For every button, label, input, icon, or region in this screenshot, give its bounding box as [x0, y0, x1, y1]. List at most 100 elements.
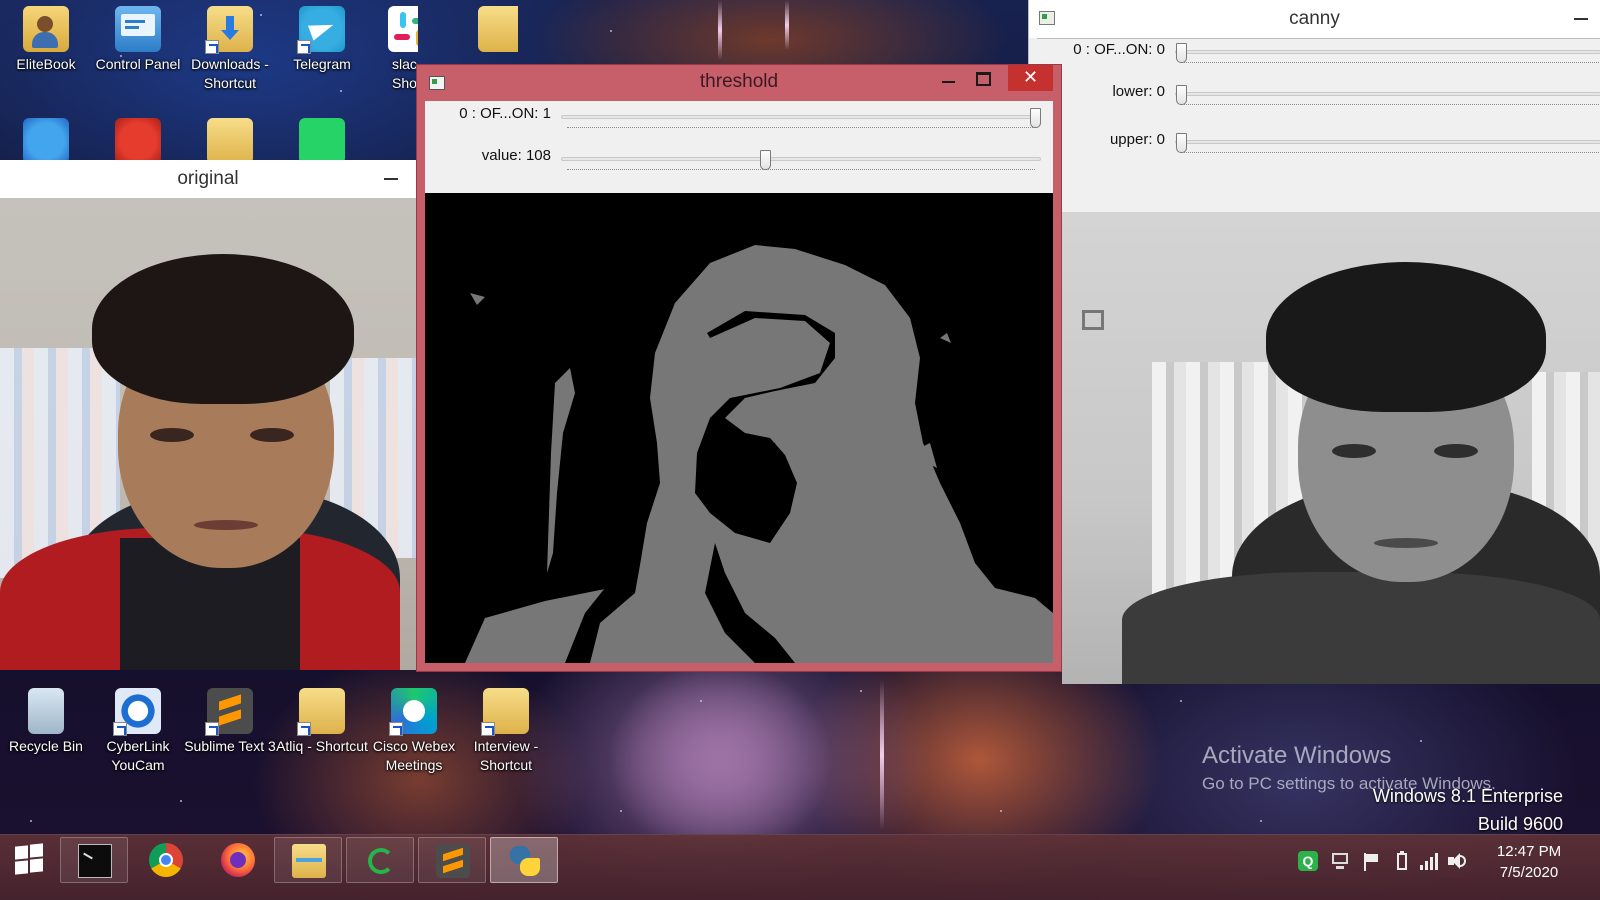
trackbar-groove[interactable] — [1175, 140, 1600, 144]
desktop-icon-whatsapp[interactable] — [276, 118, 368, 160]
gray-output-window[interactable] — [1028, 212, 1600, 692]
sublime-text-icon — [205, 688, 253, 736]
gray-camera-frame — [1062, 212, 1600, 684]
shortcut-arrow-icon — [297, 722, 311, 736]
downloads-folder-icon — [205, 6, 253, 54]
desktop-icon-folder[interactable] — [184, 118, 276, 160]
original-window[interactable]: original — [0, 160, 416, 670]
user-folder-icon — [23, 6, 69, 52]
original-titlebar[interactable]: original — [0, 160, 416, 198]
wallpaper-star — [610, 30, 612, 32]
command-prompt-icon — [78, 844, 112, 878]
battery-icon[interactable] — [1392, 851, 1412, 871]
desktop-icon-sublime-text[interactable]: Sublime Text 3 — [184, 688, 276, 756]
trackbar-label: 0 : OF...ON: 0 — [1073, 41, 1165, 58]
windows-edition: Windows 8.1 Enterprise — [1372, 786, 1563, 806]
wallpaper-star — [620, 810, 622, 812]
clock-time: 12:47 PM — [1496, 843, 1562, 860]
desktop-icon-label: Downloads - Shortcut — [191, 56, 269, 91]
desktop-icon-partial[interactable] — [478, 6, 518, 66]
wallpaper-star — [1260, 820, 1262, 822]
taskbar-command-prompt[interactable] — [60, 837, 128, 883]
wallpaper-light-streak — [880, 680, 884, 830]
trackbar-canny-lower[interactable]: lower: 0 — [1029, 82, 1600, 126]
original-camera-frame — [0, 198, 416, 670]
desktop-icon-telegram[interactable]: Telegram — [276, 6, 368, 74]
desktop-icon-youcam[interactable]: CyberLink YouCam — [92, 688, 184, 775]
folder-icon — [207, 118, 253, 160]
desktop-icon-elitebook[interactable]: EliteBook — [0, 6, 92, 74]
taskbar-chrome[interactable] — [132, 837, 200, 883]
desktop-icon-atliq[interactable]: Atliq - Shortcut — [276, 688, 368, 756]
trackbar-label: value: 108 — [481, 147, 551, 164]
taskbar-python[interactable] — [490, 837, 558, 883]
trackbar-thumb[interactable] — [1030, 108, 1041, 128]
desktop-icon-internet-explorer[interactable] — [0, 118, 92, 160]
refresh-app-icon — [368, 848, 394, 874]
desktop-icon-label: Telegram — [293, 56, 351, 72]
shortcut-arrow-icon — [205, 40, 219, 54]
trackbar-ticks — [1181, 150, 1600, 153]
trackbar-groove[interactable] — [561, 157, 1041, 161]
windows-logo-icon — [15, 845, 28, 860]
flag-icon[interactable] — [1360, 851, 1380, 871]
trackbar-groove[interactable] — [1175, 50, 1600, 54]
taskbar-file-explorer[interactable] — [274, 837, 342, 883]
slack-icon — [388, 6, 418, 52]
trackbar-canny-upper[interactable]: upper: 0 — [1029, 130, 1600, 174]
wallpaper-star — [180, 800, 182, 802]
shortcut-arrow-icon — [389, 722, 403, 736]
desktop-icon-control-panel[interactable]: Control Panel — [92, 6, 184, 74]
taskbar-sublime-text[interactable] — [418, 837, 486, 883]
taskbar-refresh-app[interactable] — [346, 837, 414, 883]
close-icon[interactable]: ✕ — [1008, 65, 1053, 91]
file-explorer-icon — [292, 844, 326, 878]
start-button[interactable] — [0, 835, 58, 885]
build-info: Windows 8.1 Enterprise Build 9600 — [1373, 782, 1563, 838]
threshold-window[interactable]: threshold ✕ 0 : OF...ON: 1 value: 108 — [416, 64, 1062, 672]
desktop-icon-ccleaner[interactable] — [92, 118, 184, 160]
desktop-icon-webex[interactable]: Cisco Webex Meetings — [368, 688, 460, 775]
canny-titlebar[interactable]: canny — [1029, 0, 1600, 38]
clock-date: 7/5/2020 — [1499, 864, 1559, 881]
taskbar-clock[interactable]: 12:47 PM 7/5/2020 — [1474, 841, 1584, 883]
trackbar-groove[interactable] — [1175, 92, 1600, 96]
shortcut-arrow-icon — [205, 722, 219, 736]
desktop-icon-slack[interactable]: slac Shor — [368, 6, 418, 93]
minimize-icon[interactable] — [384, 178, 398, 180]
folder-icon — [481, 688, 529, 736]
wallpaper-light-streak — [718, 0, 722, 60]
trackbar-canny-onoff[interactable]: 0 : OF...ON: 0 — [1029, 40, 1600, 84]
trackbar-thumb[interactable] — [1176, 43, 1187, 63]
taskbar-firefox[interactable] — [204, 837, 272, 883]
signal-icon[interactable] — [1418, 851, 1438, 871]
control-panel-icon — [115, 6, 161, 52]
canny-window[interactable]: canny 0 : OF...ON: 0 lower: 0 upper: 0 — [1028, 0, 1600, 212]
desktop-icon-label: slac Shor — [392, 56, 418, 91]
trackbar-ticks — [1181, 102, 1600, 105]
desktop-icon-interview[interactable]: Interview - Shortcut — [460, 688, 552, 775]
threshold-output-image — [425, 193, 1053, 663]
maximize-icon[interactable] — [965, 65, 999, 91]
trackbar-groove[interactable] — [561, 115, 1041, 119]
qt-icon[interactable]: Q — [1298, 851, 1318, 871]
desktop-icon-label: Interview - Shortcut — [473, 738, 539, 773]
volume-icon[interactable] — [1446, 851, 1466, 871]
trackbar-threshold-value[interactable]: value: 108 — [425, 145, 1053, 189]
threshold-titlebar[interactable]: threshold ✕ — [417, 65, 1061, 99]
trackbar-thumb[interactable] — [759, 150, 771, 170]
trackbar-ticks — [567, 125, 1035, 128]
wallpaper-star — [30, 820, 32, 822]
desktop-icon-recycle-bin[interactable]: Recycle Bin — [0, 688, 92, 756]
app-icon — [1039, 11, 1055, 25]
minimize-icon[interactable] — [1574, 18, 1588, 20]
trackbar-thumb[interactable] — [1176, 133, 1187, 153]
trackbar-label: 0 : OF...ON: 1 — [459, 105, 551, 122]
minimize-icon[interactable] — [931, 65, 965, 91]
desktop-icon-downloads[interactable]: Downloads - Shortcut — [184, 6, 276, 93]
trackbar-threshold-onoff[interactable]: 0 : OF...ON: 1 — [425, 103, 1053, 147]
whatsapp-icon — [299, 118, 345, 160]
trackbar-thumb[interactable] — [1176, 85, 1187, 105]
network-monitor-icon[interactable] — [1330, 851, 1350, 871]
youcam-icon — [113, 688, 161, 736]
